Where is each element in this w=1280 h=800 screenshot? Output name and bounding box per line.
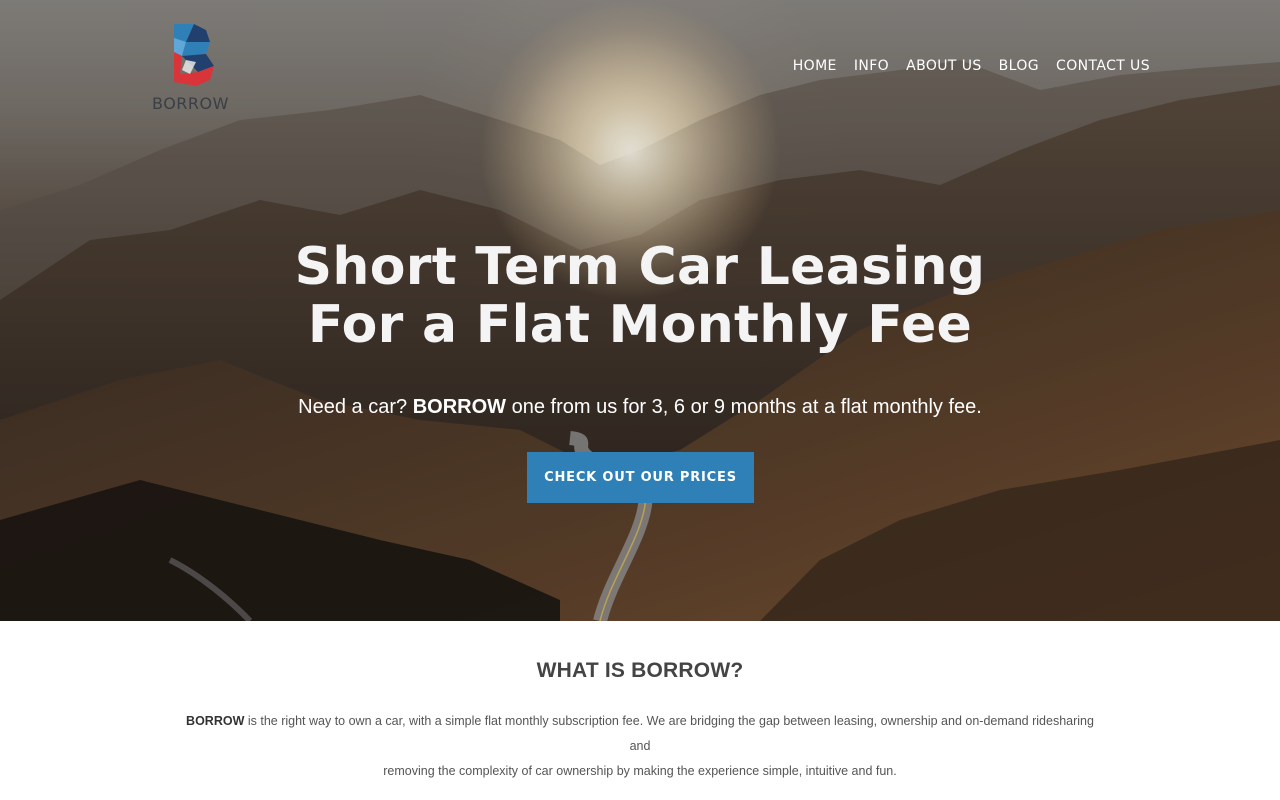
about-body-line-1: is the right way to own a car, with a si… <box>247 714 1094 753</box>
logo-wordmark: BORROW <box>152 94 229 113</box>
borrow-b-logo-icon <box>174 24 214 86</box>
about-heading: WHAT IS BORROW? <box>536 659 744 682</box>
about-body-brand: BORROW <box>186 714 245 728</box>
nav-contact-us[interactable]: CONTACT US <box>1056 58 1150 74</box>
hero-title-line-1: Short Term Car Leasing <box>294 237 986 297</box>
hero-subtitle-suffix: one from us for 3, 6 or 9 months at a fl… <box>511 396 982 418</box>
hero-title-line-2: For a Flat Monthly Fee <box>307 295 973 355</box>
borrow-logo[interactable]: BORROW <box>152 22 232 114</box>
check-out-prices-button[interactable]: CHECK OUT OUR PRICES <box>527 452 754 503</box>
about-body: BORROW is the right way to own a car, wi… <box>180 709 1100 784</box>
what-is-borrow-section: WHAT IS BORROW? BORROW is the right way … <box>0 621 1280 800</box>
about-body-line-2: removing the complexity of car ownership… <box>383 764 897 778</box>
hero-section: BORROW HOME INFO ABOUT US BLOG CONTACT U… <box>0 0 1280 621</box>
hero-subtitle: Need a car? BORROW one from us for 3, 6 … <box>0 396 1280 419</box>
hero-title: Short Term Car Leasing For a Flat Monthl… <box>0 238 1280 354</box>
nav-home[interactable]: HOME <box>793 58 837 74</box>
nav-blog[interactable]: BLOG <box>999 58 1039 74</box>
hero-subtitle-prefix: Need a car? <box>298 396 408 418</box>
hero-subtitle-brand: BORROW <box>412 396 507 418</box>
nav-about-us[interactable]: ABOUT US <box>906 58 982 74</box>
nav-info[interactable]: INFO <box>854 58 889 74</box>
main-nav: HOME INFO ABOUT US BLOG CONTACT US <box>793 58 1150 74</box>
